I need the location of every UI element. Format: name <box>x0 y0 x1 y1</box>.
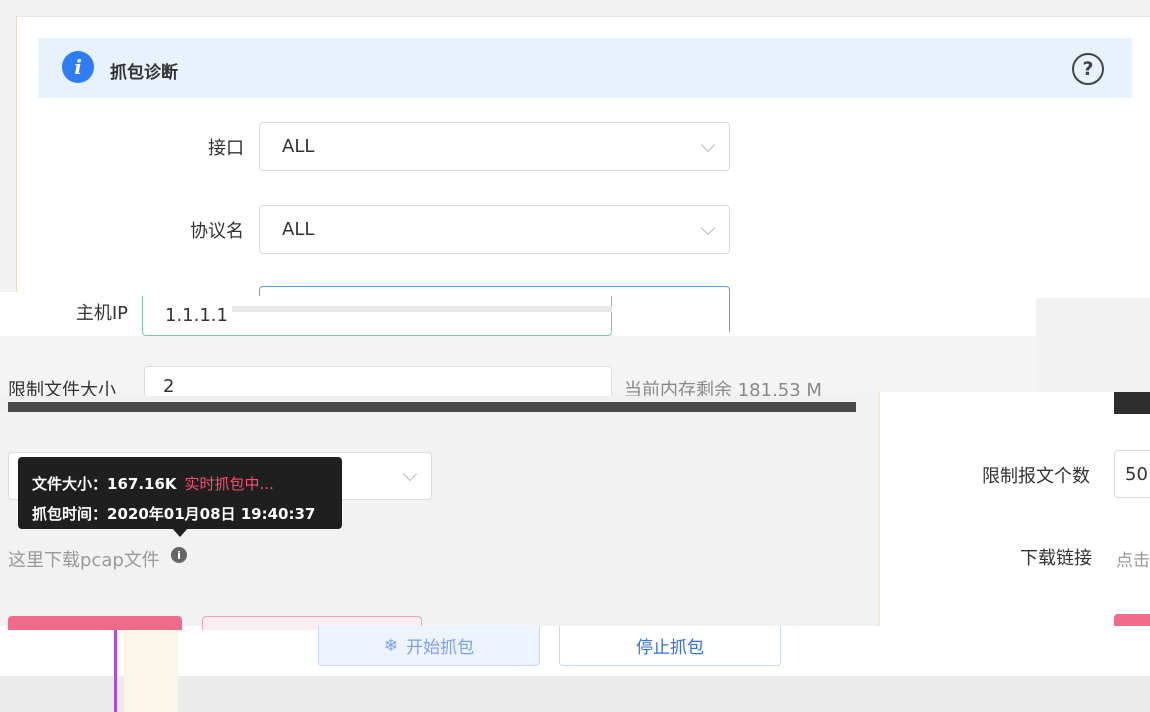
interface-value: ALL <box>282 136 315 157</box>
download-link[interactable]: 点击 <box>1116 546 1150 571</box>
page-title: 抓包诊断 <box>110 63 178 83</box>
host-ip-input[interactable]: 1.1.1.1 <box>142 296 612 336</box>
panel-border <box>16 16 1150 17</box>
chevron-down-icon <box>700 137 716 152</box>
host-ip-value: 1.1.1.1 <box>165 305 228 326</box>
info-icon: i <box>62 51 94 83</box>
interface-select[interactable]: ALL <box>259 122 730 171</box>
panel-border-left <box>16 16 17 298</box>
file-size-value: 2 <box>163 376 175 397</box>
input-underline <box>232 306 612 312</box>
interface-label: 接口 <box>208 138 244 159</box>
header-bar <box>38 38 1132 98</box>
memory-remaining: 当前内存剩余 181.53 M <box>624 380 822 396</box>
packet-limit-input[interactable]: 50 <box>1114 450 1150 498</box>
chevron-down-icon <box>402 466 418 482</box>
stop-capture-label: 停止抓包 <box>636 638 704 658</box>
protocol-select[interactable]: ALL <box>259 205 730 254</box>
download-link-label: 下载链接 <box>1020 548 1092 569</box>
host-ip-label: 主机IP <box>75 303 128 324</box>
stop-capture-button[interactable]: 停止抓包 <box>559 626 781 666</box>
capture-status: 实时抓包中... <box>184 475 274 493</box>
glitch-strip <box>124 626 178 712</box>
capture-time-caption: 抓包时间： <box>32 505 108 523</box>
danger-button[interactable] <box>8 616 182 630</box>
glitch-line <box>8 402 856 412</box>
info-icon: i <box>171 547 187 563</box>
glitch-bar <box>114 626 117 712</box>
glitch-block <box>1114 392 1150 414</box>
tooltip-arrow <box>172 528 188 537</box>
capture-file-size: 167.16K <box>107 475 177 493</box>
download-pcap-link[interactable]: 这里下载pcap文件 <box>8 546 160 572</box>
start-capture-button[interactable]: ❄ 开始抓包 <box>318 626 540 666</box>
capture-time: 2020年01月08日 19:40:37 <box>107 505 316 523</box>
protocol-label: 协议名 <box>190 221 244 242</box>
chevron-down-icon <box>700 220 716 235</box>
options-panel <box>878 392 1150 626</box>
protocol-value: ALL <box>282 219 315 240</box>
help-icon[interactable]: ? <box>1072 53 1104 85</box>
packet-limit-label: 限制报文个数 <box>982 466 1090 487</box>
snowflake-icon: ❄ <box>383 635 399 656</box>
packet-limit-value: 50 <box>1125 463 1148 485</box>
start-capture-label: 开始抓包 <box>406 638 475 658</box>
file-size-caption: 文件大小： <box>32 475 108 493</box>
capture-status-tooltip: 文件大小：167.16K 实时抓包中... 抓包时间：2020年01月08日 19… <box>18 457 342 529</box>
file-size-label: 限制文件大小 <box>8 380 116 396</box>
